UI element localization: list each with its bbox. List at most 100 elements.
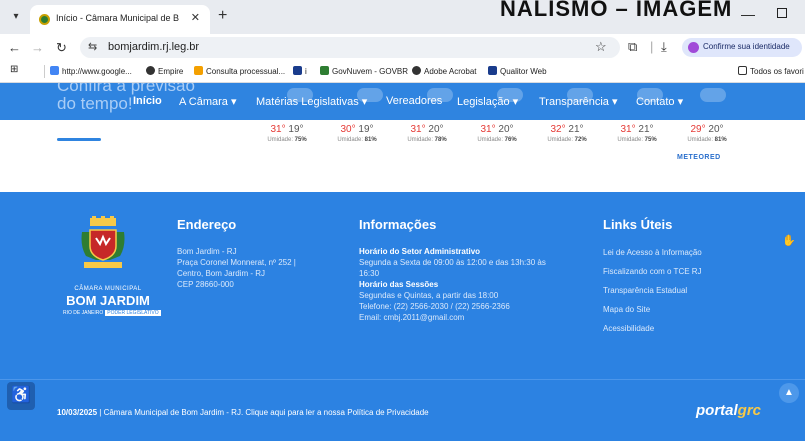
temp-max: 31° bbox=[480, 124, 496, 135]
nav-contato[interactable]: Contato ▾ bbox=[636, 95, 683, 108]
copyright-text[interactable]: 10/03/2025 | Câmara Municipal de Bom Jar… bbox=[57, 408, 429, 417]
info-title: Informações bbox=[359, 217, 437, 232]
temperature: 30° 19° bbox=[322, 124, 392, 135]
humidity-label: Umidade: bbox=[477, 137, 503, 143]
minimize-icon[interactable]: — bbox=[741, 6, 755, 22]
bookmark-i[interactable]: i bbox=[293, 66, 307, 76]
nav-materias[interactable]: Matérias Legislativas ▾ bbox=[256, 95, 367, 108]
browser-tab[interactable]: Início - Câmara Municipal de B ✕ bbox=[30, 5, 210, 34]
link-transparencia-estadual[interactable]: Transparência Estadual bbox=[603, 286, 687, 295]
meteored-logo[interactable]: METEORED bbox=[677, 154, 721, 161]
humidity-label: Umidade: bbox=[687, 137, 713, 143]
temp-min: 21° bbox=[568, 124, 584, 135]
humidity: Umidade: 78% bbox=[392, 137, 462, 143]
bookmark-consulta[interactable]: Consulta processual... bbox=[194, 66, 285, 76]
sign-language-icon[interactable]: ✋ bbox=[780, 232, 798, 250]
humidity-label: Umidade: bbox=[547, 137, 573, 143]
heading-underline bbox=[57, 138, 101, 141]
forecast-day: 31° 20° Umidade: 78% bbox=[392, 124, 462, 143]
address-line: CEP 28660-000 bbox=[177, 280, 234, 289]
humidity: Umidade: 81% bbox=[672, 137, 742, 143]
profile-icon bbox=[688, 42, 699, 53]
nav-vereadores[interactable]: Vereadores bbox=[386, 95, 442, 107]
maximize-icon[interactable] bbox=[777, 8, 787, 18]
bookmark-govnuvem[interactable]: GovNuvem - GOVBR bbox=[320, 66, 408, 76]
new-tab-icon[interactable]: + bbox=[218, 7, 227, 25]
nav-inicio[interactable]: Início bbox=[133, 95, 162, 107]
back-icon[interactable]: ← bbox=[8, 40, 21, 55]
qualitor-icon bbox=[488, 66, 497, 75]
brand-subtitle: RIO DE JANEIRO PODER LEGISLATIVO bbox=[63, 310, 161, 316]
globe-icon bbox=[146, 66, 155, 75]
tab-search-icon[interactable]: ▾ bbox=[8, 9, 24, 25]
humidity-value: 75% bbox=[294, 137, 307, 143]
all-bookmarks[interactable]: Todos os favori bbox=[738, 66, 804, 76]
download-icon[interactable]: ⤓ bbox=[661, 39, 667, 55]
link-acesso-informacao[interactable]: Lei de Acesso à Informação bbox=[603, 248, 702, 257]
temp-max: 30° bbox=[340, 124, 356, 135]
bookmark-star-icon[interactable]: ☆ bbox=[595, 39, 607, 55]
link-acessibilidade[interactable]: Acessibilidade bbox=[603, 324, 654, 333]
govnuvem-icon bbox=[320, 66, 329, 75]
omnibox[interactable]: ⇆ bomjardim.rj.leg.br ☆ bbox=[80, 37, 620, 58]
nav-transparencia[interactable]: Transparência ▾ bbox=[539, 95, 617, 108]
forecast-day: 30° 19° Umidade: 81% bbox=[322, 124, 392, 143]
forecast-day: 31° 20° Umidade: 76% bbox=[462, 124, 532, 143]
site-settings-icon[interactable]: ⇆ bbox=[88, 40, 97, 53]
forecast-day: 32° 21° Umidade: 72% bbox=[532, 124, 602, 143]
google-icon bbox=[50, 66, 59, 75]
extensions-icon[interactable]: ⧉ bbox=[628, 39, 637, 55]
copyright-date: 10/03/2025 bbox=[57, 408, 98, 417]
humidity-label: Umidade: bbox=[617, 137, 643, 143]
temp-min: 21° bbox=[638, 124, 654, 135]
address-line: Praça Coronel Monnerat, nº 252 | bbox=[177, 258, 296, 267]
tab-strip: ▾ Início - Câmara Municipal de B ✕ + NAL… bbox=[0, 0, 805, 34]
humidity: Umidade: 75% bbox=[602, 137, 672, 143]
email-line[interactable]: Email: cmbj.2011@gmail.com bbox=[359, 312, 464, 323]
bookmarks-bar: ⊞ http://www.google... Empire Consulta p… bbox=[0, 61, 805, 83]
temp-max: 29° bbox=[690, 124, 706, 135]
temp-max: 31° bbox=[620, 124, 636, 135]
apps-icon[interactable]: ⊞ bbox=[10, 64, 18, 75]
url-text[interactable]: bomjardim.rj.leg.br bbox=[108, 41, 199, 53]
forecast-day: 31° 21° Umidade: 75% bbox=[602, 124, 672, 143]
humidity-label: Umidade: bbox=[337, 137, 363, 143]
temp-min: 20° bbox=[708, 124, 724, 135]
humidity-value: 75% bbox=[644, 137, 657, 143]
forecast-day: 31° 19° Umidade: 75% bbox=[252, 124, 322, 143]
web-page: Confira a previsão do tempo! Início A Câ… bbox=[0, 83, 805, 441]
accessibility-icon[interactable]: ♿ bbox=[7, 382, 35, 410]
temp-max: 31° bbox=[410, 124, 426, 135]
temperature: 31° 21° bbox=[602, 124, 672, 135]
nav-legislacao[interactable]: Legislação ▾ bbox=[457, 95, 518, 108]
forecast-day: 29° 20° Umidade: 81% bbox=[672, 124, 742, 143]
phone-line: Telefone: (22) 2566-2030 / (22) 2566-236… bbox=[359, 302, 510, 311]
bookmark-empire[interactable]: Empire bbox=[146, 66, 183, 76]
forward-icon[interactable]: → bbox=[31, 40, 44, 55]
tab-close-icon[interactable]: ✕ bbox=[191, 11, 200, 24]
copyright-body: | Câmara Municipal de Bom Jardim - RJ. C… bbox=[97, 408, 429, 417]
bookmark-google[interactable]: http://www.google... bbox=[50, 66, 132, 76]
link-mapa-site[interactable]: Mapa do Site bbox=[603, 305, 650, 314]
address-line: Centro, Bom Jardim - RJ bbox=[177, 269, 266, 278]
identity-button[interactable]: Confirme sua identidade bbox=[682, 38, 802, 57]
bookmark-label: GovNuvem - GOVBR bbox=[332, 67, 409, 76]
humidity-value: 78% bbox=[434, 137, 447, 143]
scroll-top-icon[interactable]: ▲ bbox=[779, 383, 799, 403]
portalgrc-logo[interactable]: portalgrc bbox=[696, 402, 761, 419]
humidity: Umidade: 76% bbox=[462, 137, 532, 143]
reload-icon[interactable]: ↻ bbox=[56, 40, 67, 56]
bookmark-acrobat[interactable]: Adobe Acrobat bbox=[412, 66, 476, 76]
grid-icon bbox=[293, 66, 302, 75]
globe-icon bbox=[412, 66, 421, 75]
hours-line: 16:30 bbox=[359, 269, 380, 278]
overlay-title: NALISMO – IMAGEM bbox=[500, 0, 733, 21]
portal-name: portal bbox=[696, 402, 738, 419]
toolbar-divider: | bbox=[650, 39, 654, 54]
address-bar-row: ← → ↻ ⇆ bomjardim.rj.leg.br ☆ ⧉ | ⤓ Conf… bbox=[0, 34, 805, 61]
weather-heading: Confira a previsão do tempo! bbox=[57, 83, 195, 113]
temperature: 32° 21° bbox=[532, 124, 602, 135]
link-tce-rj[interactable]: Fiscalizando com o TCE RJ bbox=[603, 267, 702, 276]
nav-a-camara[interactable]: A Câmara ▾ bbox=[179, 95, 237, 108]
bookmark-qualitor[interactable]: Qualitor Web bbox=[488, 66, 547, 76]
